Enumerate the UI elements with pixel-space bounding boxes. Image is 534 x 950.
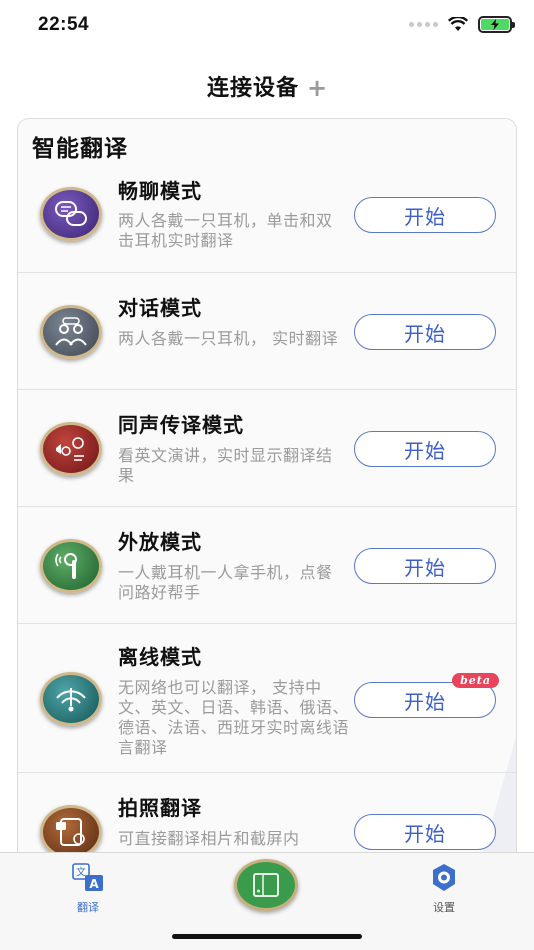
mode-row-dialog: 对话模式 两人各戴一只耳机， 实时翻译 开始	[18, 273, 516, 390]
translate-icon: 文 A	[72, 863, 103, 891]
chat-bubbles-icon	[40, 187, 102, 241]
mode-row-offline: 离线模式 无网络也可以翻译， 支持中文、英文、日语、韩语、俄语、德语、法语、西班…	[18, 624, 516, 773]
mode-description: 两人各戴一只耳机，单击和双击耳机实时翻译	[118, 211, 333, 250]
battery-icon	[478, 16, 515, 33]
start-photo-translate-button[interactable]: 开始	[354, 814, 496, 850]
tab-settings[interactable]: 设置	[404, 863, 484, 915]
tab-translate[interactable]: 文 A 翻译	[48, 863, 128, 915]
start-button-label: 开始	[404, 689, 446, 714]
mode-title: 对话模式	[118, 296, 202, 320]
start-interpretation-mode-button[interactable]: 开始	[354, 431, 496, 467]
home-indicator	[172, 934, 362, 939]
mode-title: 外放模式	[118, 530, 202, 554]
mode-title: 离线模式	[118, 645, 202, 669]
beta-badge: beta	[452, 673, 499, 688]
mode-description: 一人戴耳机一人拿手机，点餐问路好帮手	[118, 563, 333, 602]
add-device-icon[interactable]: +	[307, 74, 327, 102]
gear-icon	[433, 864, 455, 891]
mode-title: 拍照翻译	[118, 796, 202, 820]
mode-description: 两人各戴一只耳机， 实时翻译	[118, 329, 339, 348]
cellular-signal-icon	[409, 22, 438, 27]
device-panel-icon	[253, 873, 279, 897]
mode-row-chat: 畅聊模式 两人各戴一只耳机，单击和双击耳机实时翻译 开始	[18, 153, 516, 273]
start-offline-mode-button[interactable]: 开始 beta	[354, 673, 499, 718]
mode-description: 看英文演讲，实时显示翻译结果	[118, 446, 333, 485]
mode-title: 畅聊模式	[118, 179, 202, 203]
status-time: 22:54	[38, 14, 90, 35]
status-bar: 22:54	[0, 0, 534, 50]
tab-settings-label: 设置	[433, 901, 455, 914]
svg-text:文: 文	[76, 866, 86, 879]
status-icons	[409, 16, 515, 33]
page-title[interactable]: 连接设备	[207, 76, 299, 101]
tab-translate-label: 翻译	[77, 901, 99, 914]
mode-row-interpretation: 同声传译模式 看英文演讲，实时显示翻译结果 开始	[18, 390, 516, 507]
wifi-icon	[448, 17, 468, 31]
connect-device-header[interactable]: 连接设备 +	[0, 70, 534, 102]
start-chat-mode-button[interactable]: 开始	[354, 197, 496, 233]
photo-translate-icon	[40, 805, 102, 859]
mode-description: 可直接翻译相片和截屏内	[118, 829, 300, 848]
offline-wifi-icon	[40, 672, 102, 726]
start-dialog-mode-button[interactable]: 开始	[354, 314, 496, 350]
mode-description: 无网络也可以翻译， 支持中文、英文、日语、韩语、俄语、德语、法语、西班牙实时离线…	[118, 678, 350, 757]
start-speaker-mode-button[interactable]: 开始	[354, 548, 496, 584]
smart-translate-card: 智能翻译 畅聊模式 两人各戴一只耳机，单击和双击耳机实时翻译 开始 对话模式 两…	[17, 118, 517, 878]
center-action-button[interactable]	[234, 859, 298, 911]
earbud-icon	[40, 539, 102, 593]
svg-text:A: A	[89, 877, 99, 891]
mode-title: 同声传译模式	[118, 413, 244, 437]
mode-row-speaker: 外放模式 一人戴耳机一人拿手机，点餐问路好帮手 开始	[18, 507, 516, 624]
interpretation-icon	[40, 422, 102, 476]
two-people-icon	[40, 305, 102, 359]
